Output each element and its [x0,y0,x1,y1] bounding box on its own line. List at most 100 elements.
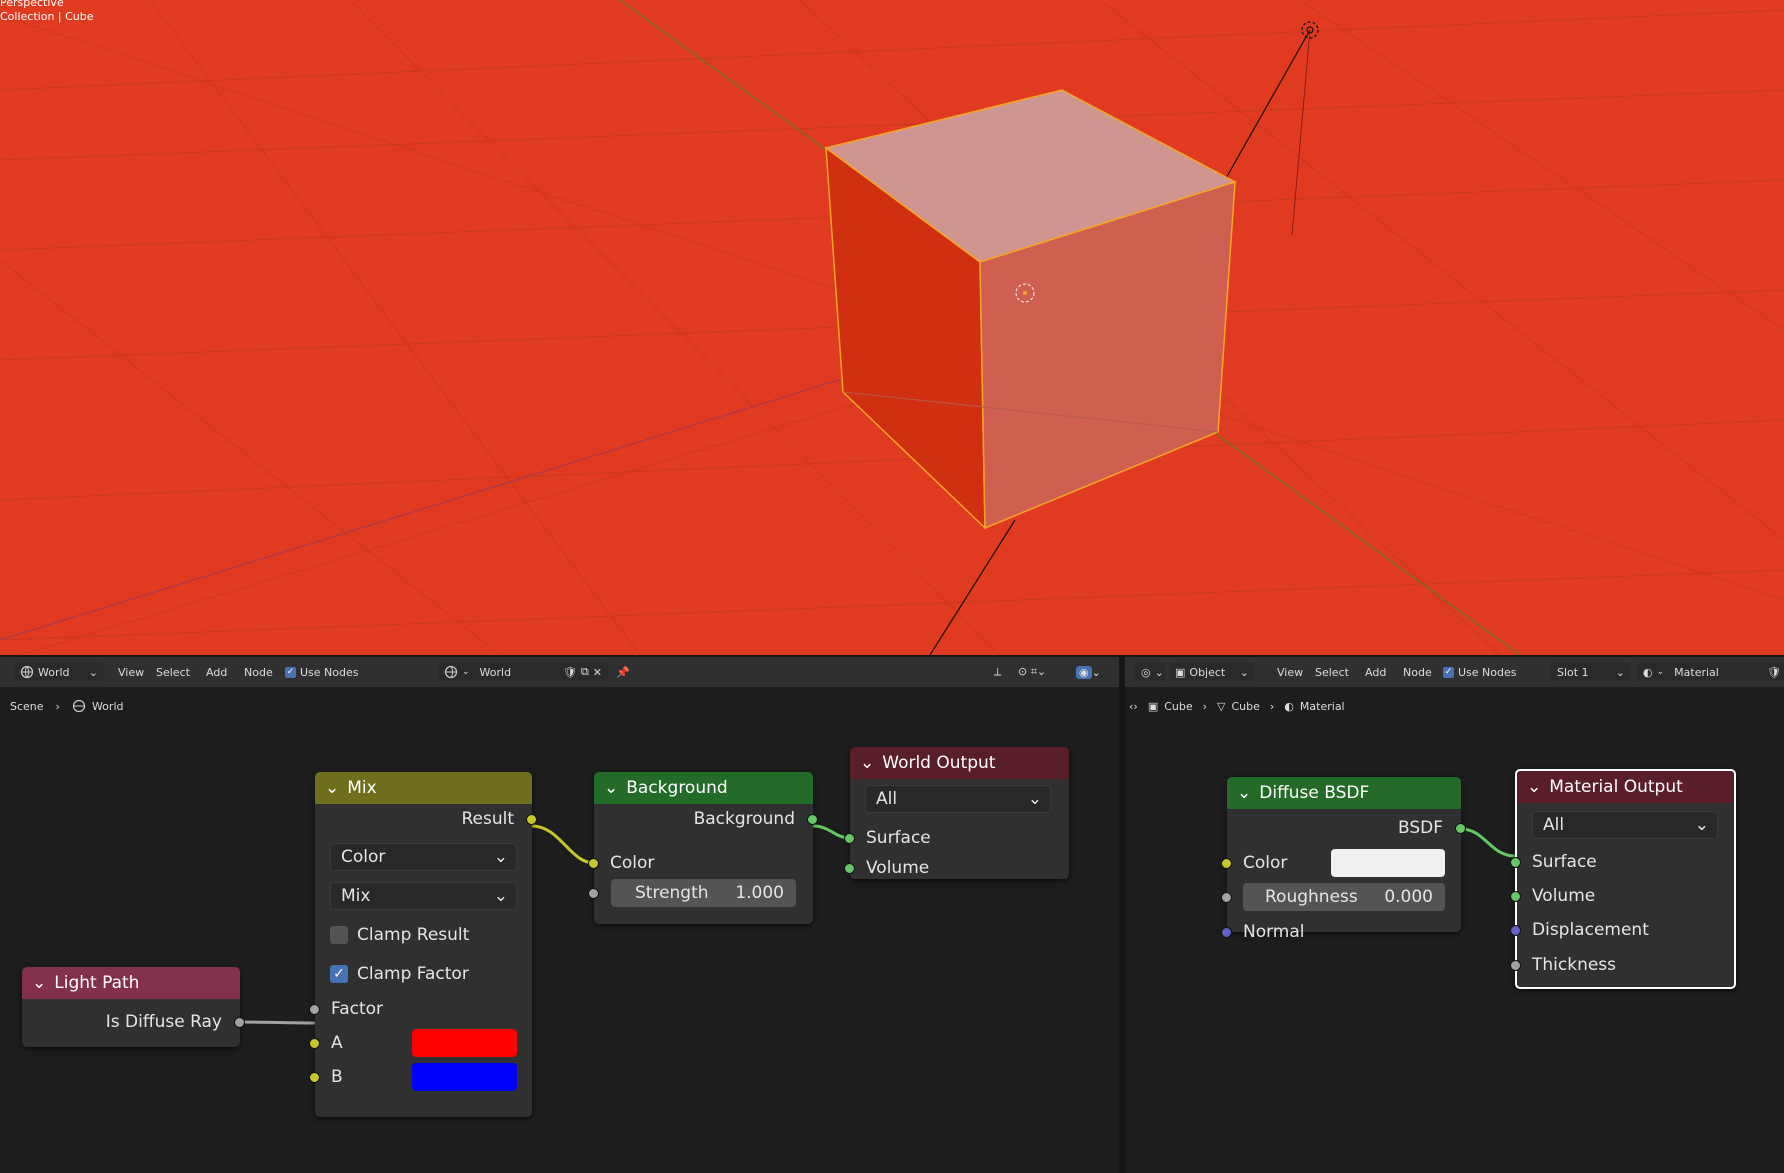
duplicate-icon[interactable]: ⧉ [581,665,589,679]
breadcrumb: ‹› ▣ Cube › ▽ Cube › ◐ Material [1129,697,1345,715]
node-material-output-header[interactable]: ⌄ Material Output [1517,771,1734,803]
clamp-factor-row: Clamp Factor [315,960,532,988]
mix-blend-mode-select[interactable]: Mix ⌄ [330,882,517,910]
object-icon: ▣ [1147,699,1159,713]
overlay-toggle-icon[interactable]: ◉ ⌄ [1076,663,1101,681]
close-icon[interactable]: ✕ [593,666,602,679]
use-nodes-checkbox[interactable]: ✓ Use Nodes [1443,663,1517,681]
displacement-label: Displacement [1532,920,1649,940]
world-surface-label: Surface [866,828,931,848]
fake-user-icon[interactable]: 🛡 [563,666,577,679]
menu-select[interactable]: Select [152,663,194,681]
material-node-editor[interactable]: ◎ ⌄ ▣ Object ⌄ View Select Add Node ✓ Use… [1125,657,1784,1173]
bsdf-output-socket[interactable] [1455,823,1466,834]
node-background[interactable]: ⌄ Background Background Color Strength 1… [588,772,818,924]
background-color-row: Color [594,849,813,877]
link-lightpath-to-factor [239,1020,316,1025]
menu-view[interactable]: View [1273,663,1307,681]
node-material-output[interactable]: ⌄ Material Output All ⌄ Surface Volume D… [1510,769,1736,989]
diffuse-color-swatch[interactable] [1331,849,1445,877]
material-icon: ◐ [1643,665,1653,679]
chevron-down-icon: ⌄ [1154,665,1164,679]
use-nodes-label: Use Nodes [300,665,359,679]
node-light-path-header[interactable]: ⌄ Light Path [22,967,240,999]
node-diffuse-bsdf[interactable]: ⌄ Diffuse BSDF BSDF Color Roughness 0.00… [1221,777,1466,942]
node-material-output-title: Material Output [1549,777,1683,797]
chevron-down-icon: ⌄ [493,847,508,867]
world-output-target-select[interactable]: All ⌄ [865,785,1051,813]
mix-a-color-swatch[interactable] [412,1029,517,1057]
viewport-scene [0,0,1784,655]
background-output-socket[interactable] [807,814,818,825]
pin-icon[interactable]: 📌 [616,663,630,681]
3d-viewport[interactable]: Perspective Collection | Cube [0,0,1784,655]
menu-add[interactable]: Add [202,663,231,681]
use-nodes-checkbox[interactable]: ✓ Use Nodes [285,663,359,681]
background-strength-socket[interactable] [588,888,599,899]
world-icon [20,665,34,679]
breadcrumb-material: Material [1299,699,1345,713]
node-world-output-title: World Output [882,753,996,773]
material-output-target-select[interactable]: All ⌄ [1532,811,1718,839]
mix-result-row: Result [315,805,532,833]
chevron-down-icon[interactable]: ⌄ [325,778,339,798]
mix-factor-row: Factor [315,995,532,1023]
diffuse-output-label: BSDF [1397,818,1443,838]
clamp-result-row: Clamp Result [315,921,532,949]
chevron-down-icon[interactable]: ⌄ [1527,777,1541,797]
menu-select[interactable]: Select [1311,663,1353,681]
menu-add[interactable]: Add [1361,663,1390,681]
chevron-down-icon[interactable]: ⌄ [1237,783,1251,803]
roughness-field[interactable]: Roughness 0.000 [1243,883,1445,911]
node-world-output-header[interactable]: ⌄ World Output [850,747,1069,779]
world-icon [444,665,458,679]
is-diffuse-ray-socket[interactable] [234,1017,245,1028]
chevron-down-icon: ⌄ [1694,815,1709,835]
world-datablock-selector[interactable]: ⌄ World 🛡 ⧉ ✕ [438,663,608,681]
link-mix-to-background [531,824,595,865]
cube-object[interactable] [824,89,1237,530]
object-mode-dropdown[interactable]: ▣ Object ⌄ [1169,663,1255,681]
mix-a-label: A [331,1033,343,1053]
node-world-output[interactable]: ⌄ World Output All ⌄ Surface Volume [844,747,1069,882]
editor-type-dropdown[interactable]: ◎ ⌄ [1135,663,1165,681]
mix-b-color-swatch[interactable] [412,1063,517,1091]
chevron-right-icon: › [55,699,60,713]
chevron-down-icon[interactable]: ⌄ [604,778,618,798]
strength-field[interactable]: Strength 1.000 [611,879,796,907]
snap-settings-icon[interactable]: ⊙ ⌗⌄ [1018,663,1046,681]
collapse-arrows-icon[interactable]: ‹› [1129,700,1138,713]
fake-user-icon[interactable]: 🛡 [1767,666,1781,679]
mix-b-label: B [331,1067,343,1087]
light-path-output-label: Is Diffuse Ray [105,1012,222,1032]
node-mix-header[interactable]: ⌄ Mix [315,772,532,804]
material-datablock-selector[interactable]: ◐ ⌄ Material 🛡 [1637,663,1784,681]
mix-result-socket[interactable] [526,814,537,825]
menu-view[interactable]: View [114,663,148,681]
chevron-down-icon[interactable]: ⌄ [860,753,874,773]
node-editor-icon: ◎ [1141,665,1151,679]
editor-type-dropdown[interactable]: World ⌄ [14,663,104,681]
mix-data-type-select[interactable]: Color ⌄ [330,843,517,871]
material-volume-row: Volume [1517,882,1734,910]
world-volume-row: Volume [850,854,1069,882]
node-light-path[interactable]: ⌄ Light Path Is Diffuse Ray [22,967,245,1047]
roughness-label: Roughness [1265,887,1358,907]
chevron-right-icon: › [1269,699,1275,713]
chevron-right-icon: › [1202,699,1208,713]
breadcrumb-scene: Scene [10,699,44,713]
chevron-down-icon[interactable]: ⌄ [32,973,46,993]
material-volume-label: Volume [1532,886,1596,906]
world-output-target-value: All [876,789,898,809]
world-node-editor[interactable]: World ⌄ View Select Add Node ✓ Use Nodes… [0,657,1119,1173]
slot-dropdown[interactable]: Slot 1 ⌄ [1551,663,1631,681]
menu-node[interactable]: Node [1399,663,1436,681]
node-diffuse-header[interactable]: ⌄ Diffuse BSDF [1227,777,1461,809]
menu-node[interactable]: Node [240,663,277,681]
roughness-value: 0.000 [1384,887,1433,907]
roughness-socket[interactable] [1221,892,1232,903]
thickness-row: Thickness [1517,951,1734,979]
snap-toggle-icon[interactable]: ⟂ [994,663,1001,681]
node-background-header[interactable]: ⌄ Background [594,772,813,804]
node-mix[interactable]: ⌄ Mix Result Color ⌄ Mix ⌄ Clamp Result … [309,772,537,1117]
